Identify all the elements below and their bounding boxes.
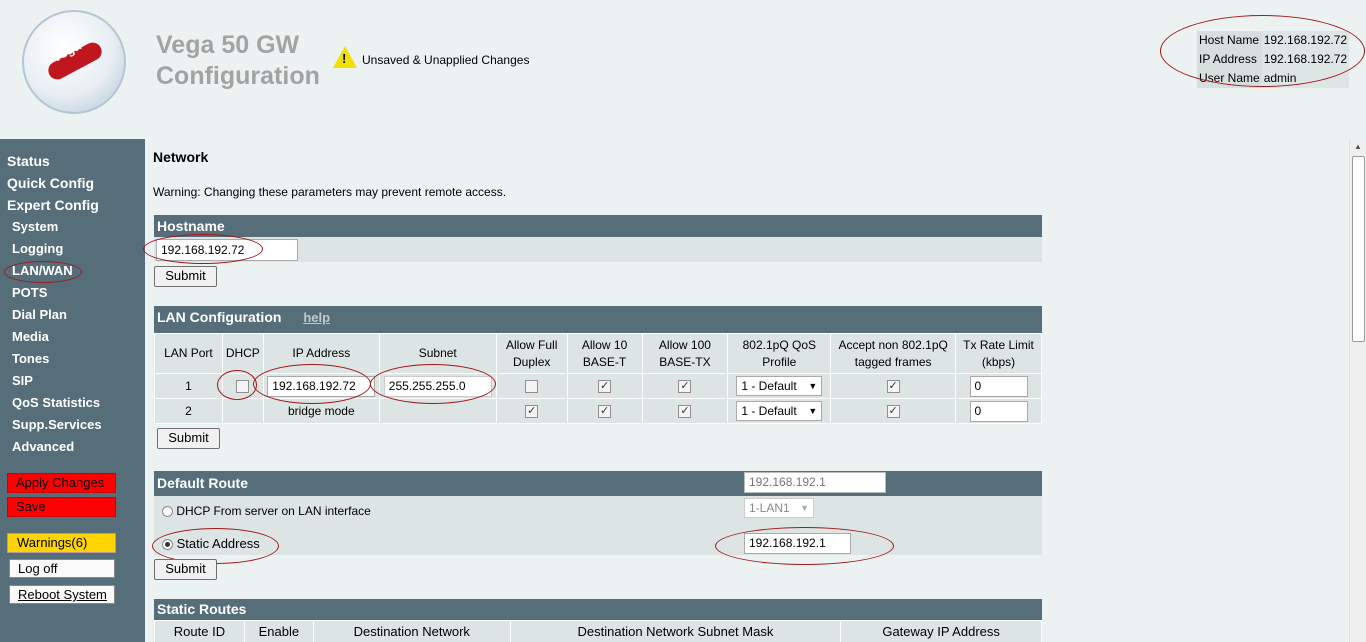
col-dhcp: DHCP: [221, 333, 264, 374]
apply-changes-button[interactable]: Apply Changes: [7, 473, 116, 493]
sidebar-item-system[interactable]: System: [0, 216, 145, 238]
lan-config-title: LAN Configuration: [157, 309, 282, 325]
static-routes-table: Route ID Enable Destination Network Dest…: [154, 620, 1042, 642]
lan-help-link[interactable]: help: [303, 310, 330, 325]
base-10-checkbox[interactable]: ✓: [598, 380, 612, 394]
scrollbar-thumb[interactable]: [1352, 156, 1365, 342]
qos-profile-value: 1 - Default: [741, 404, 797, 418]
col-accept-non-8021pq: Accept non 802.1pQ tagged frames: [830, 333, 957, 374]
sidebar-item-quick-config[interactable]: Quick Config: [0, 172, 145, 194]
user-name-label: User Name: [1197, 69, 1262, 88]
save-button[interactable]: Save: [7, 497, 116, 517]
app-title-line1: Vega 50 GW: [156, 31, 300, 59]
vega-logo: Vega: [22, 10, 126, 114]
col-lan-port: LAN Port: [154, 333, 223, 374]
unsaved-changes-text: Unsaved & Unapplied Changes: [362, 53, 530, 67]
dhcp-route-radio[interactable]: [162, 506, 173, 518]
col-destination-subnet-mask: Destination Network Subnet Mask: [509, 620, 842, 642]
route-submit-button[interactable]: Submit: [154, 559, 217, 580]
gateway-display-input: 192.168.192.1: [744, 472, 886, 493]
log-off-button[interactable]: Log off: [9, 559, 115, 578]
col-enable: Enable: [243, 620, 314, 642]
dhcp-route-option[interactable]: DHCP From server on LAN interface: [162, 505, 371, 518]
warnings-button[interactable]: Warnings(6): [7, 533, 116, 553]
tx-rate-input[interactable]: 0: [969, 375, 1028, 397]
hostname-heading: Hostname: [154, 215, 1042, 237]
static-gateway-input[interactable]: 192.168.192.1: [744, 533, 851, 554]
ip-address-label: IP Address: [1197, 50, 1262, 69]
sidebar-item-advanced[interactable]: Advanced: [0, 436, 145, 458]
sidebar-item-qos-statistics[interactable]: QoS Statistics: [0, 392, 145, 414]
hostname-submit-button[interactable]: Submit: [154, 266, 217, 287]
chevron-down-icon: ▼: [808, 406, 818, 416]
lan-port-value: 2: [154, 398, 223, 424]
col-qos-profile: 802.1pQ QoS Profile: [727, 333, 832, 374]
warning-icon: !: [333, 46, 357, 68]
qos-profile-select[interactable]: 1 - Default ▼: [736, 401, 823, 421]
bridge-mode-text: bridge mode: [262, 398, 380, 424]
col-allow-100-base-tx: Allow 100 BASE-TX: [641, 333, 729, 374]
chevron-down-icon: ▼: [808, 381, 818, 391]
ip-address-input[interactable]: 192.168.192.72: [267, 375, 376, 397]
host-name-label: Host Name: [1197, 31, 1262, 50]
route-interface-select[interactable]: 1-LAN1 ▼: [744, 498, 814, 518]
accept-non-8021pq-checkbox[interactable]: ✓: [886, 405, 900, 419]
lan-port-value: 1: [154, 373, 223, 399]
ip-address-value: 192.168.192.72: [1261, 50, 1350, 69]
sidebar-item-dial-plan[interactable]: Dial Plan: [0, 304, 145, 326]
col-allow-full-duplex: Allow Full Duplex: [495, 333, 568, 374]
sidebar-item-pots[interactable]: POTS: [0, 282, 145, 304]
lan-submit-button[interactable]: Submit: [157, 428, 220, 449]
sidebar-item-sip[interactable]: SIP: [0, 370, 145, 392]
col-ip-address: IP Address: [262, 333, 380, 374]
default-route-heading: Default Route: [154, 471, 742, 496]
app-title: Vega 50 GW Configuration: [156, 30, 320, 92]
full-duplex-checkbox[interactable]: ✓: [525, 405, 539, 419]
lan-config-heading: LAN Configuration help: [154, 306, 1042, 333]
col-tx-rate-limit: Tx Rate Limit (kbps): [955, 333, 1042, 374]
base-10-checkbox[interactable]: ✓: [598, 405, 612, 419]
page-title: Network: [153, 149, 209, 165]
dhcp-route-label: DHCP From server on LAN interface: [176, 504, 371, 518]
sidebar-item-logging[interactable]: Logging: [0, 238, 145, 260]
static-route-option[interactable]: Static Address: [162, 536, 260, 551]
sidebar-item-lan-wan[interactable]: LAN/WAN: [0, 260, 145, 282]
reboot-system-button[interactable]: Reboot System: [9, 585, 115, 604]
hostname-input[interactable]: 192.168.192.72: [156, 239, 298, 261]
host-info: Host Name 192.168.192.72 IP Address 192.16…: [1197, 31, 1350, 88]
static-route-label: Static Address: [176, 536, 260, 551]
qos-profile-select[interactable]: 1 - Default ▼: [736, 376, 823, 396]
static-route-radio[interactable]: [162, 539, 173, 551]
accept-non-8021pq-checkbox[interactable]: ✓: [886, 380, 900, 394]
sidebar-item-media[interactable]: Media: [0, 326, 145, 348]
vertical-scrollbar[interactable]: ▲: [1349, 139, 1366, 642]
app-title-line2: Configuration: [156, 62, 320, 90]
sidebar-item-expert-config[interactable]: Expert Config: [0, 194, 145, 216]
scroll-up-icon[interactable]: ▲: [1354, 142, 1362, 151]
sidebar-item-supp-services[interactable]: Supp.Services: [0, 414, 145, 436]
col-subnet: Subnet: [378, 333, 497, 374]
page-warning: Warning: Changing these parameters may p…: [153, 185, 507, 199]
base-100-checkbox[interactable]: ✓: [678, 405, 692, 419]
sidebar-item-status[interactable]: Status: [0, 150, 145, 172]
col-route-id: Route ID: [154, 620, 245, 642]
base-100-checkbox[interactable]: ✓: [678, 380, 692, 394]
qos-profile-value: 1 - Default: [741, 379, 797, 393]
tx-rate-input[interactable]: 0: [969, 400, 1028, 422]
full-duplex-checkbox[interactable]: [525, 380, 539, 394]
sidebar-item-tones[interactable]: Tones: [0, 348, 145, 370]
lan-config-table: LAN Port DHCP IP Address Subnet Allow Fu…: [154, 333, 1042, 424]
static-routes-heading: Static Routes: [154, 599, 1042, 620]
user-name-value: admin: [1261, 69, 1350, 88]
host-name-value: 192.168.192.72: [1261, 31, 1350, 50]
subnet-input[interactable]: 255.255.255.0: [383, 375, 492, 397]
dhcp-checkbox[interactable]: [236, 380, 250, 394]
col-destination-network: Destination Network: [312, 620, 511, 642]
lan-row-1: 1 192.168.192.72 255.255.255.0 ✓ ✓ 1 - D…: [154, 373, 1042, 399]
route-interface-value: 1-LAN1: [749, 501, 790, 515]
col-gateway-ip: Gateway IP Address: [840, 620, 1042, 642]
chevron-down-icon: ▼: [800, 503, 809, 513]
lan-row-2: 2 bridge mode ✓ ✓ ✓ 1 - Default ▼ ✓ 0: [154, 398, 1042, 424]
col-allow-10-base-t: Allow 10 BASE-T: [566, 333, 643, 374]
